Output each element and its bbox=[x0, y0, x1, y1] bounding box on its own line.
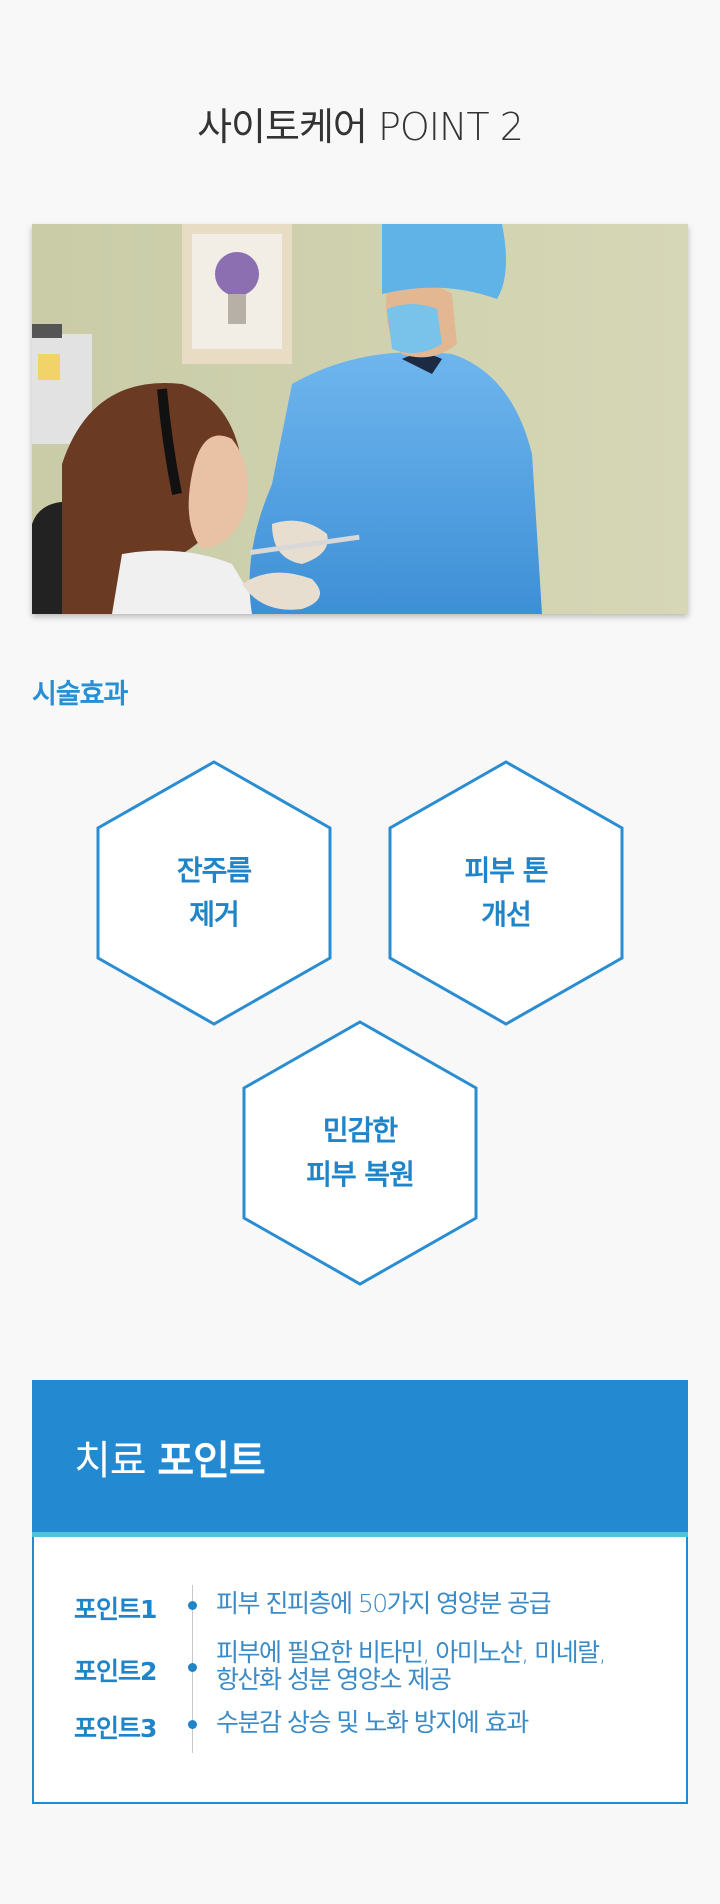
point-name: 포인트1 bbox=[74, 1595, 157, 1624]
point-name: 포인트3 bbox=[74, 1714, 157, 1743]
hexagon-label-line2: 개선 bbox=[481, 898, 532, 931]
hexagon-label: 민감한 피부 복원 bbox=[242, 1020, 478, 1286]
treatment-photo bbox=[32, 224, 688, 614]
treatment-point-title: 치료 포인트 bbox=[74, 1428, 266, 1486]
bullet-dot-icon bbox=[188, 1720, 197, 1729]
hexagon-label: 잔주름 제거 bbox=[96, 760, 332, 1026]
effect-hexagon-wrinkle: 잔주름 제거 bbox=[96, 760, 332, 1026]
treatment-point-list: 포인트1 피부 진피층에 50가지 영양분 공급 포인트2 피부에 필요한 비타… bbox=[32, 1537, 688, 1804]
point-name: 포인트2 bbox=[74, 1657, 157, 1686]
hexagon-label-line2: 제거 bbox=[189, 898, 240, 931]
treatment-point-header: 치료 포인트 bbox=[32, 1380, 688, 1532]
hexagon-label-line1: 피부 톤 bbox=[464, 854, 548, 887]
effects-heading: 시술효과 bbox=[32, 679, 128, 710]
point-description: 피부 진피층에 50가지 영양분 공급 bbox=[216, 1589, 552, 1618]
point-description-line1: 피부에 필요한 비타민, 아미노산, 미네랄, bbox=[216, 1638, 607, 1667]
page-title: 사이토케어 POINT 2 bbox=[197, 105, 524, 149]
hexagon-label-line2: 피부 복원 bbox=[306, 1158, 415, 1191]
effect-hexagon-skin-tone: 피부 톤 개선 bbox=[388, 760, 624, 1026]
effect-hexagon-skin-restore: 민감한 피부 복원 bbox=[242, 1020, 478, 1286]
hexagon-label-line1: 민감한 bbox=[322, 1114, 398, 1147]
bullet-dot-icon bbox=[188, 1601, 197, 1610]
point-description-line2: 항산화 성분 영양소 제공 bbox=[216, 1665, 452, 1694]
treatment-title-light: 치료 bbox=[74, 1438, 147, 1484]
hexagon-label: 피부 톤 개선 bbox=[388, 760, 624, 1026]
bullet-dot-icon bbox=[188, 1663, 197, 1672]
treatment-point-box: 치료 포인트 포인트1 피부 진피층에 50가지 영양분 공급 포인트2 피부에… bbox=[32, 1380, 688, 1804]
hexagon-label-line1: 잔주름 bbox=[176, 854, 252, 887]
point-description: 수분감 상승 및 노화 방지에 효과 bbox=[216, 1708, 529, 1737]
treatment-title-bold: 포인트 bbox=[157, 1438, 265, 1484]
